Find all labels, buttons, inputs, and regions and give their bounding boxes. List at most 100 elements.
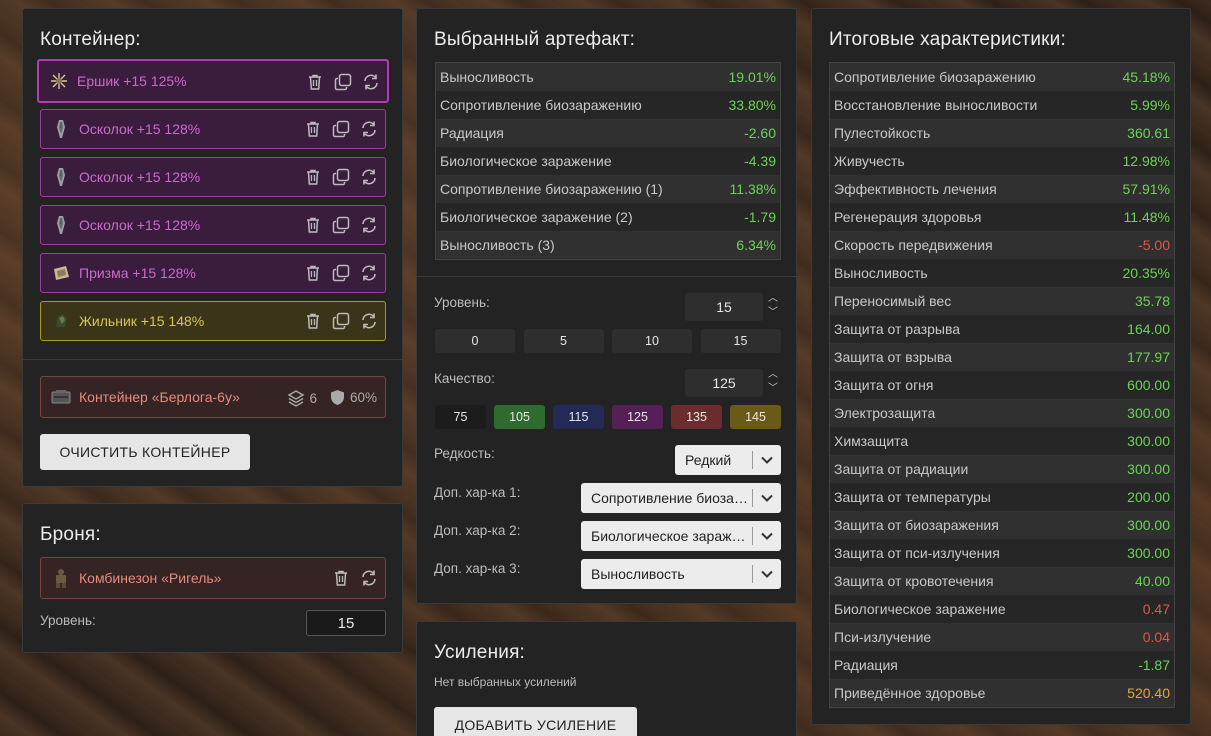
totals-panel: Итоговые характеристики: Сопротивление б… bbox=[811, 8, 1191, 725]
armor-level-input[interactable]: 15 bbox=[306, 610, 386, 636]
quality-preset-button[interactable]: 75 bbox=[435, 405, 486, 429]
trash-icon[interactable] bbox=[331, 568, 351, 588]
container-slot-label: Ершик +15 125% bbox=[77, 73, 187, 89]
oskolok-artifact-icon bbox=[51, 215, 71, 235]
armor-item[interactable]: Комбинезон «Ригель» bbox=[40, 557, 386, 599]
container-slot-label: Осколок +15 128% bbox=[79, 217, 201, 233]
quality-up-icon[interactable]: ︿ bbox=[767, 370, 779, 380]
stat-name: Сопротивление биозаражению bbox=[440, 97, 642, 113]
trash-icon[interactable] bbox=[303, 119, 323, 139]
stat-value: -1.87 bbox=[1138, 657, 1170, 673]
container-protection-value: 60% bbox=[349, 390, 377, 405]
stat-value: 360.61 bbox=[1127, 125, 1170, 141]
artifact-divider bbox=[417, 276, 798, 277]
stat-row: Переносимый вес 35.78 bbox=[830, 287, 1174, 315]
stat-name: Сопротивление биозаражению (1) bbox=[440, 181, 663, 197]
stat-name: Электрозащита bbox=[834, 405, 936, 421]
stat-row: Пси-излучение 0.04 bbox=[830, 623, 1174, 651]
level-preset-button[interactable]: 15 bbox=[700, 329, 781, 353]
copy-icon[interactable] bbox=[331, 167, 351, 187]
oskolok-artifact-icon bbox=[51, 119, 71, 139]
level-preset-button[interactable]: 0 bbox=[435, 329, 515, 353]
rarity-select[interactable]: Редкий bbox=[675, 445, 781, 475]
armor-item-label: Комбинезон «Ригель» bbox=[79, 570, 222, 586]
container-slot[interactable]: Призма +15 128% bbox=[40, 253, 386, 293]
stat-row: Химзащита 300.00 bbox=[830, 427, 1174, 455]
trash-icon[interactable] bbox=[303, 311, 323, 331]
suit-icon bbox=[51, 568, 71, 588]
stat-value: -5.00 bbox=[1138, 237, 1170, 253]
quality-preset-button[interactable]: 105 bbox=[494, 405, 545, 429]
container-slot[interactable]: Осколок +15 128% bbox=[40, 109, 386, 149]
stat-row: Выносливость (3) 6.34% bbox=[436, 231, 780, 259]
shield-icon bbox=[330, 390, 344, 405]
container-slot[interactable]: Осколок +15 128% bbox=[40, 157, 386, 197]
extra2-select[interactable]: Биологическое заражение bbox=[581, 521, 781, 551]
extra3-select[interactable]: Выносливость bbox=[581, 559, 781, 589]
stat-name: Эффективность лечения bbox=[834, 181, 997, 197]
clear-container-button[interactable]: ОЧИСТИТЬ КОНТЕЙНЕР bbox=[40, 434, 250, 470]
trash-icon[interactable] bbox=[303, 167, 323, 187]
swap-icon[interactable] bbox=[359, 568, 379, 588]
quality-preset-button[interactable]: 135 bbox=[671, 405, 722, 429]
stat-row: Живучесть 12.98% bbox=[830, 147, 1174, 175]
copy-icon[interactable] bbox=[331, 311, 351, 331]
chevron-down-icon bbox=[753, 570, 781, 578]
swap-icon[interactable] bbox=[359, 119, 379, 139]
container-slot-label: Жильник +15 148% bbox=[79, 313, 205, 329]
quality-down-icon[interactable]: ﹀ bbox=[767, 384, 779, 394]
stat-value: 300.00 bbox=[1127, 545, 1170, 561]
level-up-icon[interactable]: ︿ bbox=[767, 294, 779, 304]
quality-preset-button[interactable]: 125 bbox=[612, 405, 663, 429]
rarity-value: Редкий bbox=[685, 452, 732, 468]
swap-icon[interactable] bbox=[359, 263, 379, 283]
stat-name: Защита от радиации bbox=[834, 461, 969, 477]
artifact-panel: Выбранный артефакт: Выносливость 19.01% Со… bbox=[416, 8, 798, 604]
copy-icon[interactable] bbox=[333, 72, 353, 92]
stat-row: Защита от взрыва 177.97 bbox=[830, 343, 1174, 371]
level-preset-button[interactable]: 5 bbox=[523, 329, 604, 353]
copy-icon[interactable] bbox=[331, 119, 351, 139]
stat-name: Защита от кровотечения bbox=[834, 573, 994, 589]
stat-name: Химзащита bbox=[834, 433, 909, 449]
stat-value: 20.35% bbox=[1122, 265, 1170, 281]
stat-value: 45.18% bbox=[1122, 69, 1170, 85]
container-slot[interactable]: Жильник +15 148% bbox=[40, 301, 386, 341]
stat-name: Живучесть bbox=[834, 153, 905, 169]
stat-value: 6.34% bbox=[736, 237, 776, 253]
add-boost-button[interactable]: ДОБАВИТЬ УСИЛЕНИЕ bbox=[434, 707, 637, 736]
stat-row: Защита от огня 600.00 bbox=[830, 371, 1174, 399]
stat-name: Защита от биозаражения bbox=[834, 517, 999, 533]
trash-icon[interactable] bbox=[305, 72, 325, 92]
container-protection: 60% bbox=[330, 389, 377, 406]
container-slot[interactable]: Осколок +15 128% bbox=[40, 205, 386, 245]
extra1-select[interactable]: Сопротивление биозаражению bbox=[581, 483, 781, 513]
totals-stats-table: Сопротивление биозаражению 45.18% Восстано… bbox=[829, 62, 1175, 708]
extra2-value: Биологическое заражение bbox=[591, 528, 752, 544]
artifact-quality-input[interactable]: 125 bbox=[685, 369, 763, 397]
stat-row: Сопротивление биозаражению (1) 11.38% bbox=[436, 175, 780, 203]
trash-icon[interactable] bbox=[303, 263, 323, 283]
container-item-label: Контейнер «Берлога-6у» bbox=[79, 389, 240, 405]
level-down-icon[interactable]: ﹀ bbox=[767, 308, 779, 318]
armor-level-label: Уровень: bbox=[40, 613, 96, 628]
stat-name: Выносливость bbox=[440, 69, 534, 85]
quality-preset-button[interactable]: 115 bbox=[553, 405, 604, 429]
container-item[interactable]: Контейнер «Берлога-6у» 6 60% bbox=[40, 376, 386, 418]
swap-icon[interactable] bbox=[359, 167, 379, 187]
stat-value: 200.00 bbox=[1127, 489, 1170, 505]
artifact-title: Выбранный артефакт: bbox=[434, 29, 636, 50]
copy-icon[interactable] bbox=[331, 215, 351, 235]
swap-icon[interactable] bbox=[359, 215, 379, 235]
container-slot[interactable]: Ершик +15 125% bbox=[37, 59, 389, 103]
stat-row: Биологическое заражение -4.39 bbox=[436, 147, 780, 175]
totals-title: Итоговые характеристики: bbox=[829, 29, 1066, 50]
quality-preset-button[interactable]: 145 bbox=[730, 405, 781, 429]
trash-icon[interactable] bbox=[303, 215, 323, 235]
copy-icon[interactable] bbox=[331, 263, 351, 283]
swap-icon[interactable] bbox=[361, 72, 381, 92]
stat-row: Восстановление выносливости 5.99% bbox=[830, 91, 1174, 119]
swap-icon[interactable] bbox=[359, 311, 379, 331]
level-preset-button[interactable]: 10 bbox=[612, 329, 692, 353]
artifact-level-input[interactable]: 15 bbox=[685, 293, 763, 321]
